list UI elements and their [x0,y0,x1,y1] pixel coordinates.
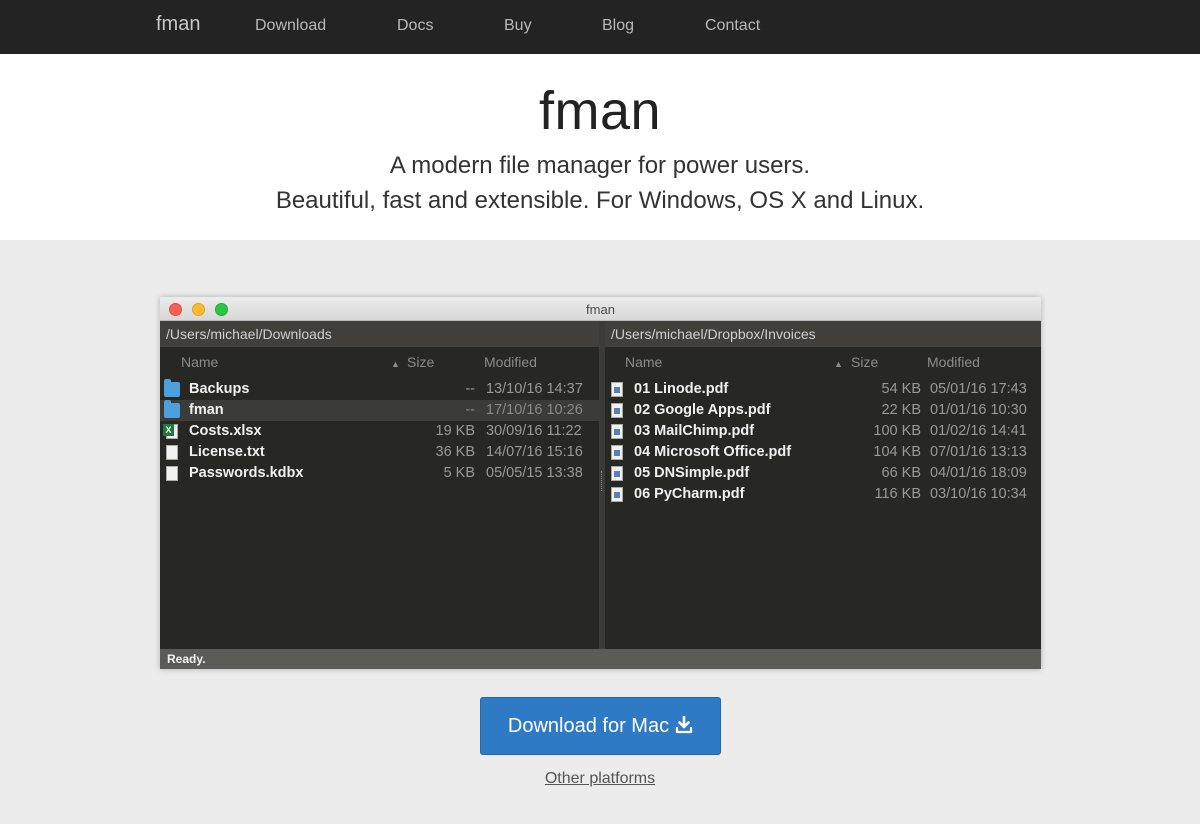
app-window: fman /Users/michael/Downloads Name ▲ Siz… [160,297,1041,669]
file-row[interactable]: 02 Google Apps.pdf 22 KB 01/01/16 10:30 [605,400,1041,421]
file-size: 100 KB [873,423,921,439]
nav-brand[interactable]: fman [156,13,200,36]
right-col-modified[interactable]: Modified [927,354,980,370]
file-name: Passwords.kdbx [189,465,304,481]
file-size: 104 KB [873,444,921,460]
file-icon [166,466,178,481]
file-name: Costs.xlsx [189,423,262,439]
text-file-icon [166,445,178,460]
right-col-name[interactable]: Name [625,354,662,370]
folder-icon [164,400,180,418]
pdf-icon [611,403,623,418]
hero-subtagline: Beautiful, fast and extensible. For Wind… [275,187,925,214]
left-col-modified[interactable]: Modified [484,354,537,370]
file-name: 03 MailChimp.pdf [634,423,755,439]
page-bottom-edge [0,824,1200,828]
file-modified: 05/05/15 13:38 [486,465,583,481]
left-pane[interactable]: /Users/michael/Downloads Name ▲ Size Mod… [160,321,599,649]
right-path-bar[interactable]: /Users/michael/Dropbox/Invoices [605,321,1041,347]
file-name: 04 Microsoft Office.pdf [634,444,792,460]
folder-icon [164,379,180,397]
file-size: 19 KB [435,423,476,439]
hero: fman A modern file manager for power use… [0,54,1200,240]
spreadsheet-icon [163,424,178,439]
nav-link-contact[interactable]: Contact [705,17,760,35]
file-row-selected[interactable]: fman -- 17/10/16 10:26 [160,400,599,421]
right-sort-arrow-icon[interactable]: ▲ [834,354,843,370]
nav-link-blog[interactable]: Blog [602,17,634,35]
file-size: 5 KB [443,465,475,481]
file-size: 116 KB [874,486,922,502]
file-row[interactable]: Backups -- 13/10/16 14:37 [160,379,599,400]
left-sort-arrow-icon[interactable]: ▲ [391,354,400,370]
file-row[interactable]: 06 PyCharm.pdf 116 KB 03/10/16 10:34 [605,484,1041,505]
file-modified: 14/07/16 15:16 [486,444,583,460]
file-size: -- [465,381,475,397]
splitter-grip-icon [601,471,603,491]
file-size: 36 KB [435,444,476,460]
nav-link-docs[interactable]: Docs [397,17,433,35]
file-row[interactable]: 01 Linode.pdf 54 KB 05/01/16 17:43 [605,379,1041,400]
left-col-size[interactable]: Size [407,354,434,370]
file-modified: 04/01/16 18:09 [930,465,1027,481]
top-nav: fman Download Docs Buy Blog Contact [0,0,1200,54]
pdf-icon [611,424,623,439]
right-pane[interactable]: /Users/michael/Dropbox/Invoices Name ▲ S… [605,321,1041,649]
download-button-label: Download for Mac [507,715,670,737]
pdf-icon [611,382,623,397]
nav-link-buy[interactable]: Buy [504,17,532,35]
pdf-icon [611,487,623,502]
file-size: -- [465,402,475,418]
file-modified: 05/01/16 17:43 [930,381,1027,397]
file-row[interactable]: 05 DNSimple.pdf 66 KB 04/01/16 18:09 [605,463,1041,484]
pdf-icon [611,466,623,481]
hero-tagline: A modern file manager for power users. [389,152,811,179]
file-name: fman [189,402,224,418]
file-row[interactable]: 03 MailChimp.pdf 100 KB 01/02/16 14:41 [605,421,1041,442]
file-row[interactable]: Passwords.kdbx 5 KB 05/05/15 13:38 [160,463,599,484]
file-modified: 13/10/16 14:37 [486,381,583,397]
right-col-size[interactable]: Size [851,354,878,370]
file-size: 22 KB [881,402,922,418]
download-for-mac-button[interactable]: Download for Mac [480,697,721,755]
file-modified: 07/01/16 13:13 [930,444,1027,460]
window-title: fman [586,302,615,317]
status-bar: Ready. [160,649,1041,669]
file-row[interactable]: License.txt 36 KB 14/07/16 15:16 [160,442,599,463]
file-modified: 03/10/16 10:34 [930,486,1027,502]
file-size: 54 KB [881,381,922,397]
file-name: 05 DNSimple.pdf [634,465,750,481]
left-path-bar[interactable]: /Users/michael/Downloads [160,321,599,347]
file-row[interactable]: 04 Microsoft Office.pdf 104 KB 07/01/16 … [605,442,1041,463]
file-name: Backups [189,381,250,397]
hero-title: fman [538,81,662,141]
download-icon [675,700,693,734]
file-modified: 30/09/16 11:22 [486,423,582,439]
window-titlebar: fman [160,297,1041,321]
file-modified: 01/01/16 10:30 [930,402,1027,418]
file-name: 02 Google Apps.pdf [634,402,771,418]
nav-link-download[interactable]: Download [255,17,326,35]
file-name: License.txt [189,444,265,460]
file-row[interactable]: Costs.xlsx 19 KB 30/09/16 11:22 [160,421,599,442]
file-name: 01 Linode.pdf [634,381,729,397]
file-modified: 17/10/16 10:26 [486,402,583,418]
file-name: 06 PyCharm.pdf [634,486,745,502]
left-col-name[interactable]: Name [181,354,218,370]
file-modified: 01/02/16 14:41 [930,423,1027,439]
pdf-icon [611,445,623,460]
other-platforms-link[interactable]: Other platforms [0,770,1200,788]
file-size: 66 KB [881,465,922,481]
